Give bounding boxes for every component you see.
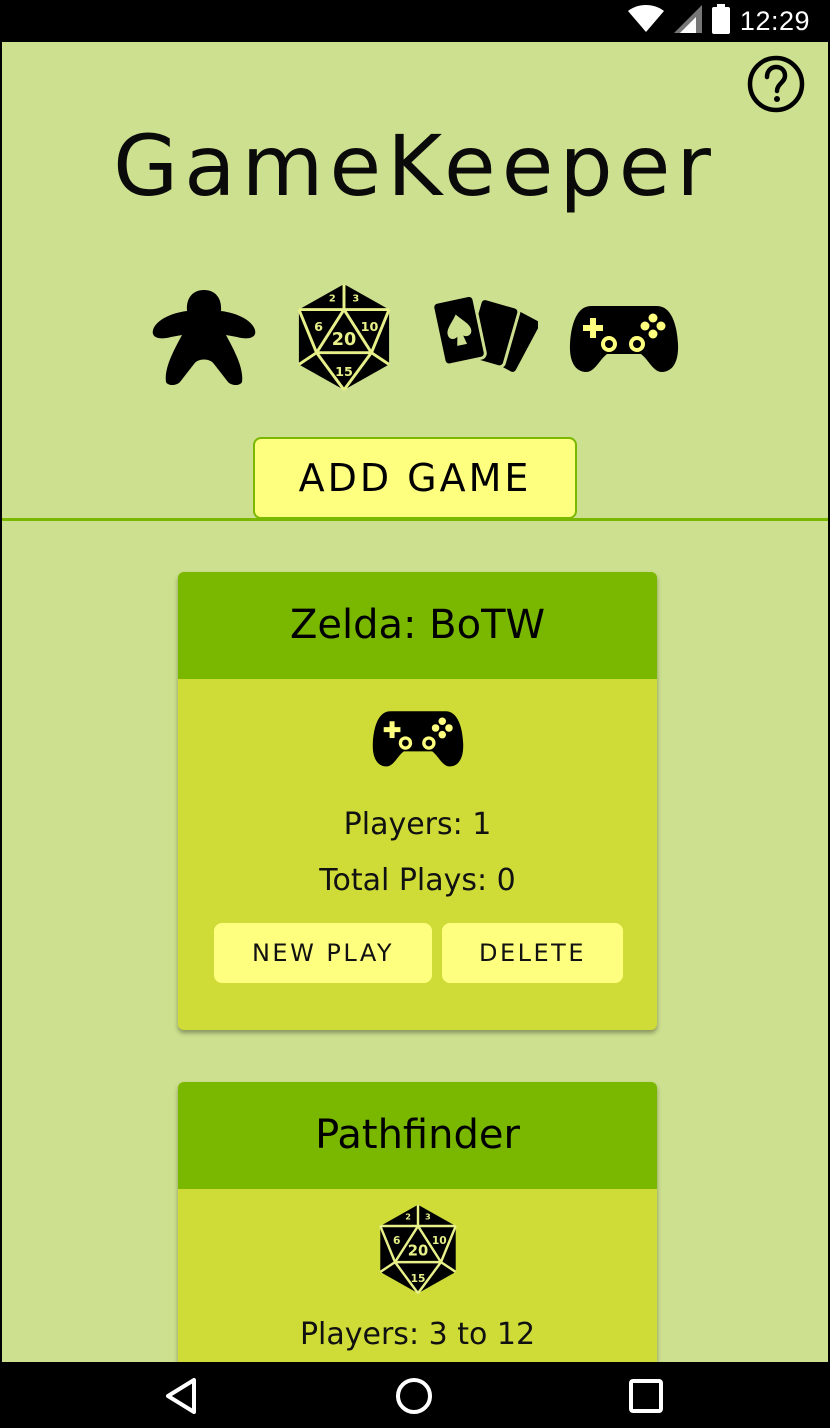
recents-square-icon[interactable]: [626, 1376, 666, 1420]
android-nav-bar: [0, 1362, 830, 1428]
d20-icon[interactable]: [295, 282, 393, 396]
game-card: Pathfinder Players: 3 to 12: [178, 1082, 657, 1362]
home-circle-icon[interactable]: [394, 1376, 434, 1420]
app-screen: GameKeeper ADD GAME Zelda: BoTW Players:…: [2, 42, 828, 1362]
playing-cards-icon[interactable]: [430, 290, 538, 390]
delete-button[interactable]: DELETE: [442, 923, 623, 983]
meeple-icon[interactable]: [152, 290, 256, 390]
gamepad-icon[interactable]: [569, 302, 679, 378]
game-title: Pathfinder: [178, 1082, 657, 1189]
clock: 12:29: [739, 5, 810, 36]
new-play-button[interactable]: NEW PLAY: [214, 923, 432, 983]
status-icons: 12:29: [627, 4, 810, 38]
back-triangle-icon[interactable]: [162, 1376, 202, 1420]
help-button[interactable]: [746, 54, 806, 114]
wifi-icon: [627, 5, 664, 37]
card-actions: NEW PLAY DELETE: [178, 923, 657, 1013]
gamepad-icon: [178, 707, 657, 769]
category-filter-row: [2, 282, 828, 397]
players-count: Players: 3 to 12: [299, 1317, 536, 1352]
battery-icon: [711, 4, 730, 38]
game-title: Zelda: BoTW: [178, 572, 657, 679]
total-plays: Total Plays: 0: [319, 863, 516, 898]
game-card: Zelda: BoTW Players: 1 Total Plays: 0 NE…: [178, 572, 657, 1030]
status-bar: 12:29: [0, 0, 830, 42]
app-title: GameKeeper: [113, 117, 717, 215]
header-divider: [2, 518, 828, 521]
add-game-button[interactable]: ADD GAME: [253, 437, 577, 519]
d20-icon: [178, 1203, 657, 1295]
players-count: Players: 1: [343, 807, 492, 842]
help-circle-icon: [746, 55, 806, 118]
cell-signal-icon: [673, 5, 702, 37]
